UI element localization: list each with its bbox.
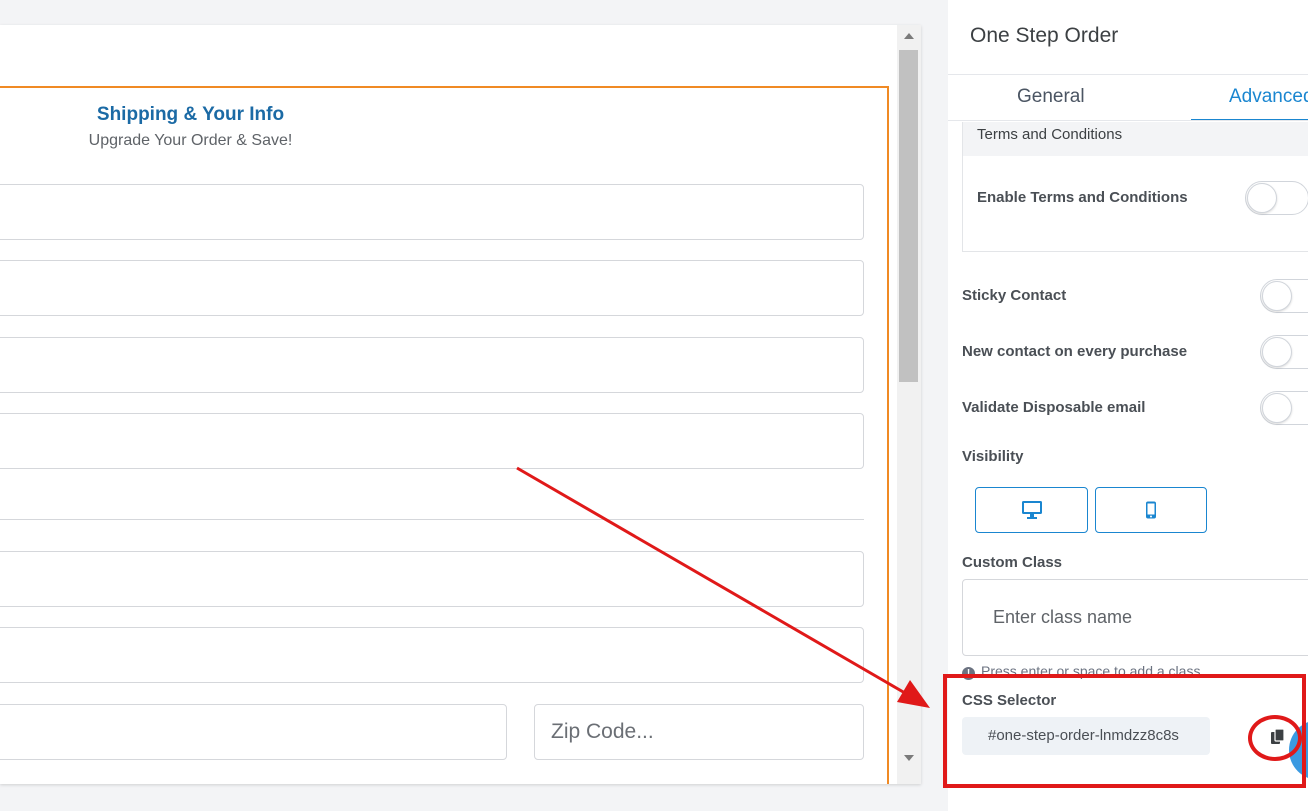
visibility-desktop-button[interactable] [975,487,1088,533]
validate-email-toggle[interactable] [1260,391,1308,425]
enable-terms-toggle[interactable] [1245,181,1308,215]
new-contact-label: New contact on every purchase [962,343,1188,360]
toggle-knob [1262,337,1292,367]
form-field-5[interactable] [0,551,864,607]
desktop-icon [1021,501,1042,519]
validate-email-label: Validate Disposable email [962,399,1146,416]
form-field-6[interactable] [0,627,864,683]
tab-general[interactable]: General [1017,86,1085,108]
sticky-contact-toggle[interactable] [1260,279,1308,313]
tab-advanced[interactable]: Advanced [1229,86,1308,108]
form-field-city[interactable] [0,704,507,760]
mobile-icon [1146,501,1156,519]
terms-section: Terms and Conditions Enable Terms and Co… [962,122,1308,252]
canvas-scrollbar[interactable] [897,25,921,784]
panel-header-divider [948,74,1308,75]
scroll-up-arrow-icon[interactable] [904,33,914,39]
one-step-order-form[interactable]: Shipping & Your Info Upgrade Your Order … [0,86,889,784]
visibility-mobile-button[interactable] [1095,487,1207,533]
preview-canvas: Shipping & Your Info Upgrade Your Order … [0,25,921,784]
custom-class-input[interactable] [962,579,1308,656]
form-field-3[interactable] [0,337,864,393]
terms-section-title: Terms and Conditions [977,126,1123,143]
toggle-knob [1262,281,1292,311]
custom-class-label: Custom Class [962,554,1063,571]
terms-section-header: Terms and Conditions [963,122,1308,156]
toggle-knob [1247,183,1277,213]
form-subtitle: Upgrade Your Order & Save! [88,132,293,149]
zip-code-input[interactable] [534,704,864,760]
form-divider [0,519,864,520]
sticky-contact-label: Sticky Contact [962,287,1067,304]
visibility-label: Visibility [962,448,1024,465]
enable-terms-label: Enable Terms and Conditions [977,189,1188,206]
scroll-down-arrow-icon[interactable] [904,755,914,761]
new-contact-toggle[interactable] [1260,335,1308,369]
tabs-divider [948,120,1308,121]
form-field-2[interactable] [0,260,864,316]
form-title: Shipping & Your Info [96,104,285,125]
form-field-1[interactable] [0,184,864,240]
annotation-highlight-circle [1248,715,1302,761]
form-field-4[interactable] [0,413,864,469]
panel-title: One Step Order [970,24,1119,47]
toggle-knob [1262,393,1292,423]
scroll-thumb[interactable] [899,50,918,382]
